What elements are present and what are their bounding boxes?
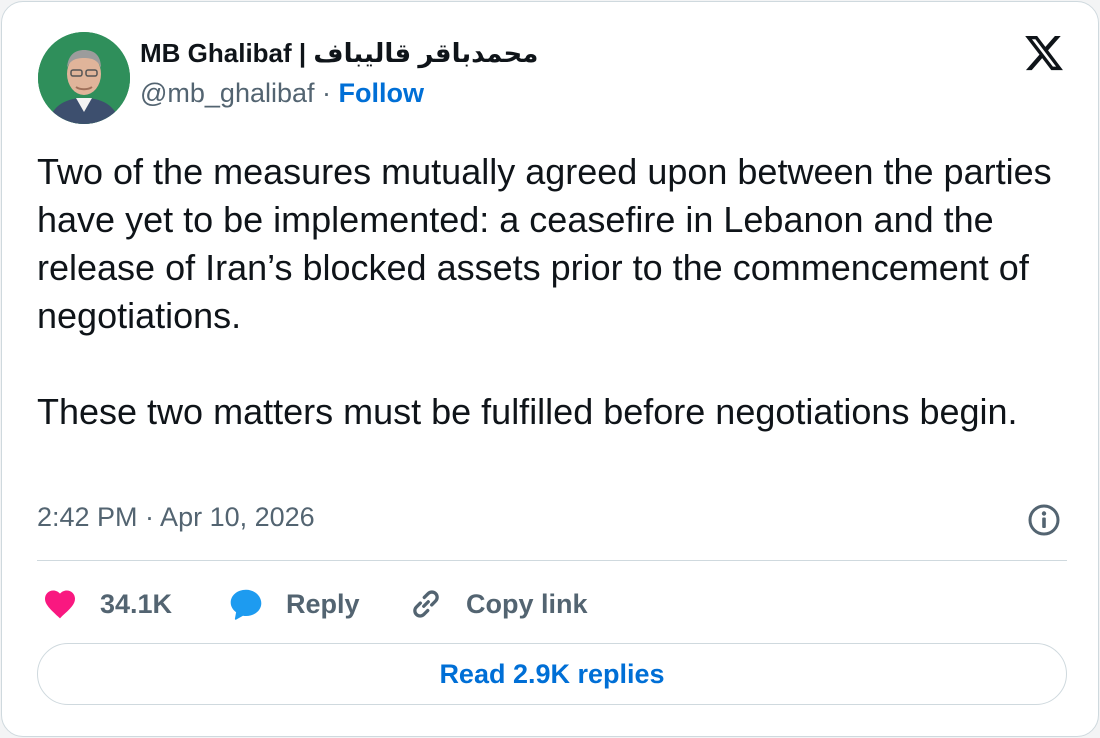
copy-link-button[interactable]: Copy link [408, 584, 588, 624]
x-logo-icon[interactable] [1022, 32, 1066, 74]
follow-button[interactable]: Follow [339, 78, 424, 108]
avatar-portrait-icon [38, 32, 130, 124]
heart-icon [45, 590, 75, 619]
reply-button[interactable]: Reply [228, 584, 360, 624]
tweet-text: Two of the measures mutually agreed upon… [37, 151, 1052, 432]
link-icon [413, 590, 439, 618]
like-button[interactable]: 34.1K [42, 584, 172, 624]
divider [37, 560, 1067, 561]
author-handle[interactable]: @mb_ghalibaf [140, 78, 315, 108]
reply-label: Reply [286, 588, 360, 619]
tweet-timestamp[interactable]: 2:42 PM · Apr 10, 2026 [37, 502, 315, 533]
author-handle-row: @mb_ghalibaf · Follow [140, 78, 424, 109]
author-display-name[interactable]: MB Ghalibaf | محمدباقر قالیباف [140, 38, 538, 69]
handle-separator: · [314, 78, 339, 108]
copy-link-label: Copy link [466, 588, 588, 619]
like-count: 34.1K [100, 588, 173, 619]
speech-bubble-icon [230, 589, 262, 620]
tweet-embed-card: MB Ghalibaf | محمدباقر قالیباف @mb_ghali… [1, 1, 1099, 737]
avatar[interactable] [38, 32, 130, 124]
info-icon[interactable] [1027, 503, 1061, 537]
read-replies-button[interactable]: Read 2.9K replies [37, 643, 1067, 705]
